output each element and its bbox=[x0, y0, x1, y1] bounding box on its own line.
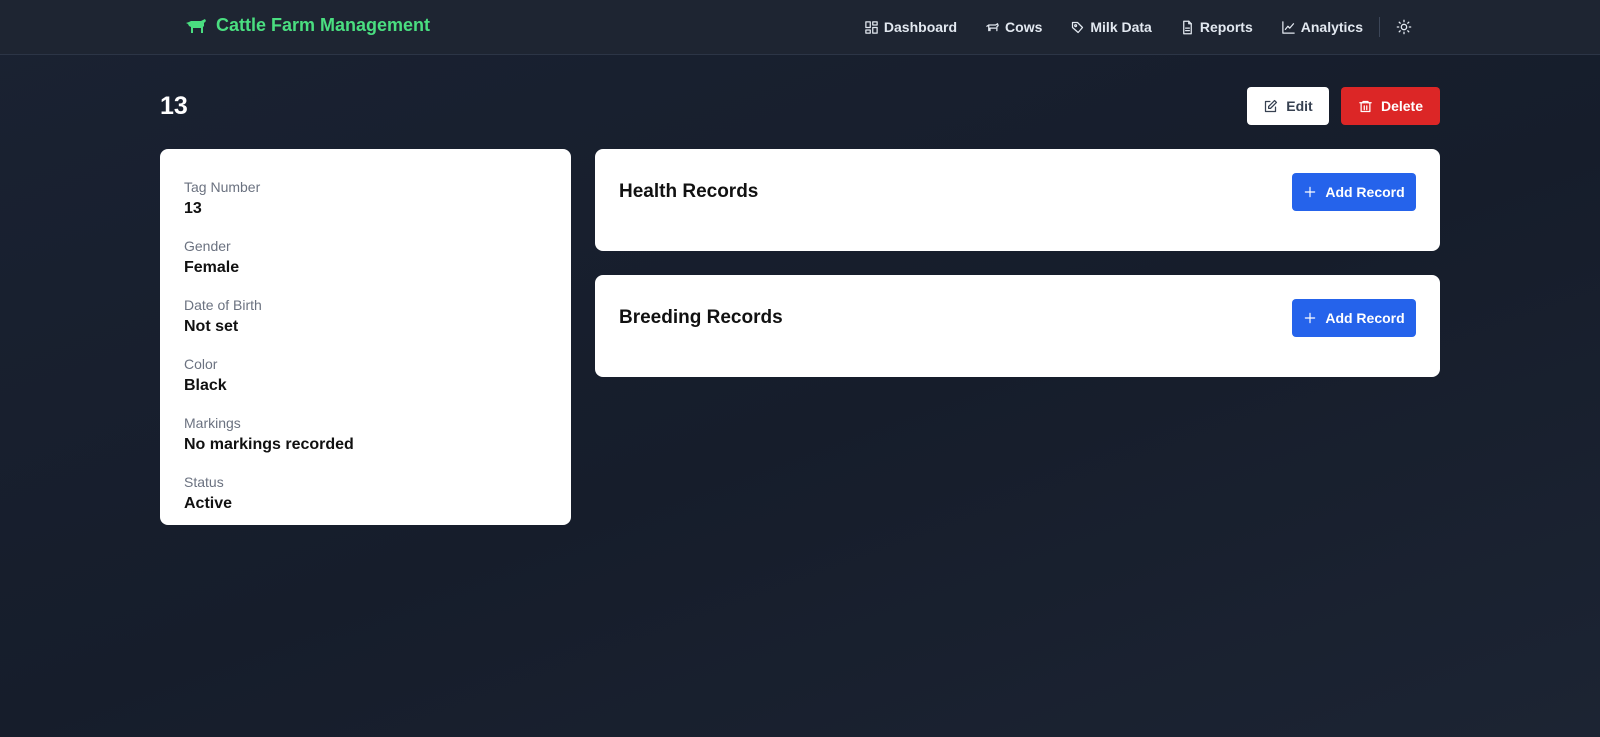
health-records-card: Health Records Add Record bbox=[595, 149, 1440, 251]
field-value: Active bbox=[184, 495, 233, 512]
add-record-label: Add Record bbox=[1325, 184, 1405, 200]
delete-button[interactable]: Delete bbox=[1341, 87, 1440, 125]
nav-item-label: Milk Data bbox=[1090, 19, 1152, 35]
field-markings: Markings No markings recorded bbox=[184, 414, 547, 456]
field-label: Color bbox=[184, 356, 218, 372]
field-value: 13 bbox=[184, 200, 202, 217]
field-value: Female bbox=[184, 259, 240, 276]
delete-button-label: Delete bbox=[1380, 98, 1424, 114]
brand-title: Cattle Farm Management bbox=[216, 15, 431, 35]
field-label: Markings bbox=[184, 415, 241, 431]
health-records-title: Health Records bbox=[619, 181, 759, 202]
field-tag-number: Tag Number 13 bbox=[184, 178, 547, 220]
milk-drop-icon bbox=[1072, 21, 1084, 33]
nav-item-milk-data[interactable]: Milk Data bbox=[1070, 19, 1152, 35]
field-color: Color Black bbox=[184, 355, 547, 397]
dashboard-icon bbox=[865, 20, 878, 34]
breeding-records-card: Breeding Records Add Record bbox=[595, 275, 1440, 377]
nav-item-dashboard[interactable]: Dashboard bbox=[864, 19, 957, 35]
sun-icon bbox=[1396, 19, 1412, 35]
cow-icon bbox=[986, 22, 999, 31]
line-chart-icon bbox=[1282, 20, 1295, 34]
edit-button[interactable]: Edit bbox=[1247, 87, 1329, 125]
theme-toggle-button[interactable] bbox=[1392, 15, 1416, 39]
add-record-label: Add Record bbox=[1325, 310, 1405, 326]
field-value: No markings recorded bbox=[184, 436, 354, 453]
document-icon bbox=[1182, 20, 1192, 34]
trash-icon bbox=[1359, 100, 1372, 112]
field-label: Tag Number bbox=[184, 179, 261, 195]
edit-button-label: Edit bbox=[1286, 98, 1313, 114]
brand-link[interactable]: Cattle Farm Management bbox=[184, 15, 430, 36]
nav-item-label: Dashboard bbox=[883, 19, 958, 35]
nav-item-analytics[interactable]: Analytics bbox=[1281, 19, 1363, 35]
nav-links: Dashboard Cows Milk Data Reports Analyti… bbox=[864, 14, 1416, 40]
field-value: Black bbox=[184, 377, 227, 394]
nav-item-cows[interactable]: Cows bbox=[985, 19, 1042, 35]
field-date-of-birth: Date of Birth Not set bbox=[184, 296, 547, 338]
field-gender: Gender Female bbox=[184, 237, 547, 279]
add-health-record-button[interactable]: Add Record bbox=[1292, 173, 1416, 211]
cow-details-card: Tag Number 13 Gender Female Date of Birt… bbox=[160, 149, 571, 525]
field-label: Status bbox=[184, 474, 224, 490]
nav-item-reports[interactable]: Reports bbox=[1180, 19, 1253, 35]
edit-icon bbox=[1265, 99, 1278, 112]
field-status: Status Active bbox=[184, 473, 547, 515]
add-breeding-record-button[interactable]: Add Record bbox=[1292, 299, 1416, 337]
field-value: Not set bbox=[184, 318, 239, 335]
nav-item-label: Reports bbox=[1199, 19, 1253, 35]
nav-divider bbox=[1379, 17, 1380, 37]
plus-icon bbox=[1305, 186, 1316, 198]
cow-logo-icon bbox=[186, 18, 206, 33]
field-label: Gender bbox=[184, 238, 231, 254]
top-navbar: Cattle Farm Management Dashboard Cows Mi… bbox=[0, 0, 1600, 55]
plus-icon bbox=[1305, 312, 1316, 324]
field-label: Date of Birth bbox=[184, 297, 262, 313]
nav-item-label: Cows bbox=[1005, 19, 1043, 35]
nav-item-label: Analytics bbox=[1300, 19, 1363, 35]
breeding-records-title: Breeding Records bbox=[619, 307, 783, 328]
page-title: 13 bbox=[160, 92, 188, 120]
